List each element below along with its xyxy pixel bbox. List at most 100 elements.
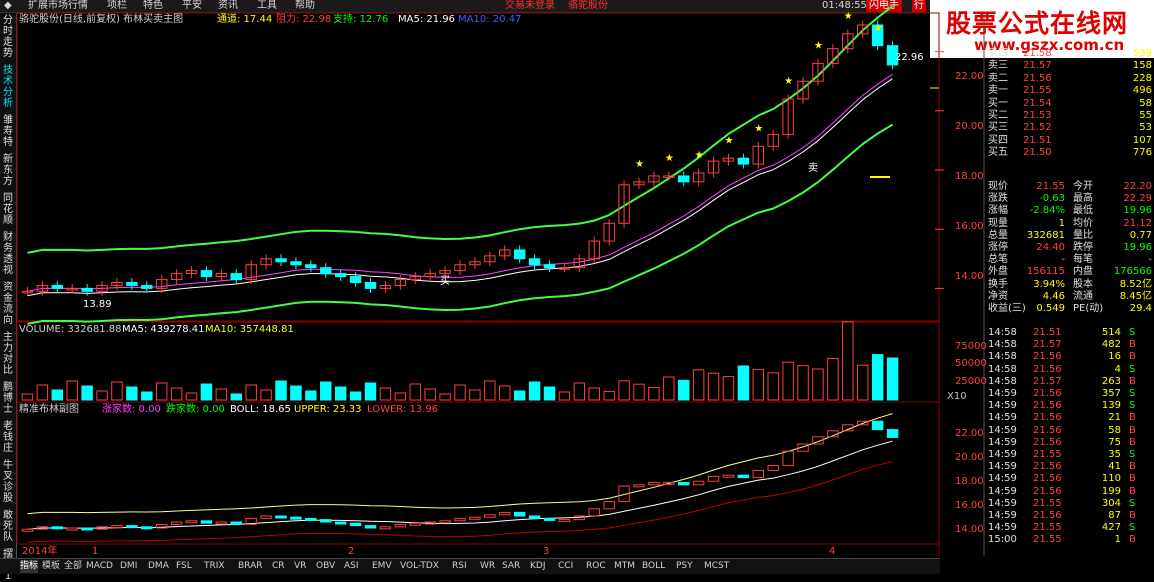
date-axis-m1: 1 <box>92 546 99 557</box>
volume-bar <box>707 372 720 401</box>
sub-candle <box>290 516 302 520</box>
stat-value: 19.96 <box>1123 242 1152 253</box>
indicator-tab-dma[interactable]: DMA <box>148 560 169 573</box>
tick-time: 14:59 <box>988 412 1017 424</box>
indicator-tab-wr[interactable]: WR <box>480 560 495 573</box>
sub-candle <box>439 520 451 524</box>
tick-list[interactable]: 14:58 21.51 514 S 14:58 21.57 482 B 14:58 21.56 16… <box>985 327 1154 547</box>
bollinger-bands <box>27 5 894 325</box>
volume-bar <box>230 393 242 401</box>
indicator-tab-指标[interactable]: 指标 <box>20 560 39 573</box>
sub-candle <box>275 515 287 519</box>
indicator-tab-macd[interactable]: MACD <box>86 560 113 573</box>
indicator-tab-dmi[interactable]: DMI <box>120 560 137 573</box>
indicator-tab-cci[interactable]: CCI <box>558 560 573 573</box>
indicator-tab-vol-tdx[interactable]: VOL-TDX <box>400 560 439 573</box>
indicator-tab-emv[interactable]: EMV <box>372 560 392 573</box>
indicator-tab-psy[interactable]: PSY <box>676 560 693 573</box>
tick-row[interactable]: 14:59 21.56 58 B <box>985 425 1154 437</box>
order-book-row[interactable]: 卖一 21.55 496 <box>985 85 1154 97</box>
volume-bar <box>648 387 660 401</box>
volume-bar <box>320 381 332 401</box>
chart-area[interactable]: ★ ★ ★ ★ ★ ★ ★ ★ ★ <box>0 0 1154 573</box>
indicator-tab-sar[interactable]: SAR <box>502 560 520 573</box>
tick-side: B <box>1129 485 1136 497</box>
tick-row[interactable]: 14:59 21.55 304 S <box>985 498 1154 510</box>
volume-bar <box>185 392 198 401</box>
indicator-tab-kdj[interactable]: KDJ <box>530 560 546 573</box>
order-book-price: 21.53 <box>1023 110 1052 121</box>
order-book-row[interactable]: 卖二 21.56 228 <box>985 73 1154 85</box>
tick-row[interactable]: 14:59 21.56 199 B <box>985 486 1154 498</box>
indicator-tab-mcst[interactable]: MCST <box>704 560 729 573</box>
tick-side: S <box>1129 449 1136 460</box>
sub-chart-marks <box>21 413 899 543</box>
tick-price: 21.55 <box>1033 449 1062 460</box>
star-signal: ★ <box>695 150 704 161</box>
sub-candle <box>633 484 645 488</box>
tick-row[interactable]: 14:59 21.56 41 B <box>985 461 1154 473</box>
indicator-tab-rsi[interactable]: RSI <box>452 560 467 573</box>
tick-row[interactable]: 14:58 21.56 16 B <box>985 351 1154 363</box>
indicator-tab-boll[interactable]: BOLL <box>642 560 665 573</box>
indicator-tab-fsl[interactable]: FSL <box>176 560 192 573</box>
order-book-price: 21.50 <box>1023 147 1052 159</box>
indicator-tab-roc[interactable]: ROC <box>586 560 606 573</box>
tick-price: 21.51 <box>1033 327 1062 338</box>
order-book-row[interactable]: 买五 21.50 776 <box>985 147 1154 159</box>
indicator-tab-obv[interactable]: OBV <box>316 560 335 573</box>
tick-side: S <box>1129 327 1136 338</box>
tick-row[interactable]: 14:58 21.57 263 B <box>985 376 1154 388</box>
tick-side: S <box>1129 522 1136 534</box>
sub-candle <box>454 517 466 522</box>
sub-candle <box>484 514 496 518</box>
tick-row[interactable]: 14:59 21.55 427 S <box>985 522 1154 534</box>
order-book-row[interactable]: 买四 21.51 107 <box>985 135 1154 147</box>
sub-lower-line <box>27 461 893 543</box>
axis-label-16: 16.00 <box>955 221 984 232</box>
tick-row[interactable]: 14:59 21.56 357 S <box>985 388 1154 400</box>
order-book-row[interactable]: 卖四 21.58 539 <box>985 48 1154 60</box>
sub-axis-22: 22.00 <box>955 428 984 439</box>
tick-row[interactable]: 14:59 21.56 139 S <box>985 400 1154 412</box>
tick-time: 14:59 <box>988 510 1017 521</box>
indicator-tab-模板[interactable]: 模板 <box>42 560 60 573</box>
order-book-volume: 53 <box>1139 122 1152 134</box>
main-chart-frame <box>16 12 940 322</box>
tick-row[interactable]: 14:59 21.56 87 B <box>985 510 1154 522</box>
tick-row[interactable]: 14:59 21.55 35 S <box>985 449 1154 461</box>
order-book-price: 21.55 <box>1023 85 1052 97</box>
order-book-row[interactable]: 买一 21.54 58 <box>985 98 1154 110</box>
indicator-tab-全部[interactable]: 全部 <box>64 560 82 573</box>
order-book-row[interactable]: 卖三 21.57 158 <box>985 60 1154 72</box>
volume-bar <box>871 354 884 401</box>
volume-bar <box>439 393 451 401</box>
tick-volume: 75 <box>1108 436 1121 448</box>
tick-volume: 482 <box>1101 339 1121 351</box>
volume-bar <box>842 321 854 401</box>
order-book-label: 卖一 <box>988 85 1008 97</box>
sub-axis-16: 16.00 <box>955 500 984 511</box>
tick-row[interactable]: 14:59 21.56 21 B <box>985 412 1154 424</box>
tick-row[interactable]: 14:59 21.56 75 B <box>985 437 1154 449</box>
indicator-tab-trix[interactable]: TRIX <box>204 560 225 573</box>
volume-bar <box>573 382 586 401</box>
volume-bar <box>484 380 496 401</box>
vol-unit: X10 <box>947 391 967 402</box>
indicator-tab-asi[interactable]: ASI <box>344 560 359 573</box>
tick-row[interactable]: 14:58 21.56 4 S <box>985 364 1154 376</box>
indicator-tab-mtm[interactable]: MTM <box>614 560 635 573</box>
order-book-volume: 158 <box>1132 60 1152 72</box>
tick-row[interactable]: 14:58 21.57 482 B <box>985 339 1154 351</box>
indicator-tab-brar[interactable]: BRAR <box>238 560 262 573</box>
indicator-tab-cr[interactable]: CR <box>272 560 285 573</box>
stat-label: 均价 <box>1073 217 1093 229</box>
order-book-row[interactable]: 买二 21.53 55 <box>985 110 1154 122</box>
tick-row[interactable]: 14:59 21.56 110 B <box>985 473 1154 485</box>
indicator-tab-vr[interactable]: VR <box>294 560 306 573</box>
candle-body <box>513 249 526 260</box>
tick-row[interactable]: 15:00 21.55 1 B <box>985 534 1154 546</box>
tick-volume: 58 <box>1108 424 1121 436</box>
tick-row[interactable]: 14:58 21.51 514 S <box>985 327 1154 339</box>
order-book-row[interactable]: 买三 21.52 53 <box>985 122 1154 134</box>
